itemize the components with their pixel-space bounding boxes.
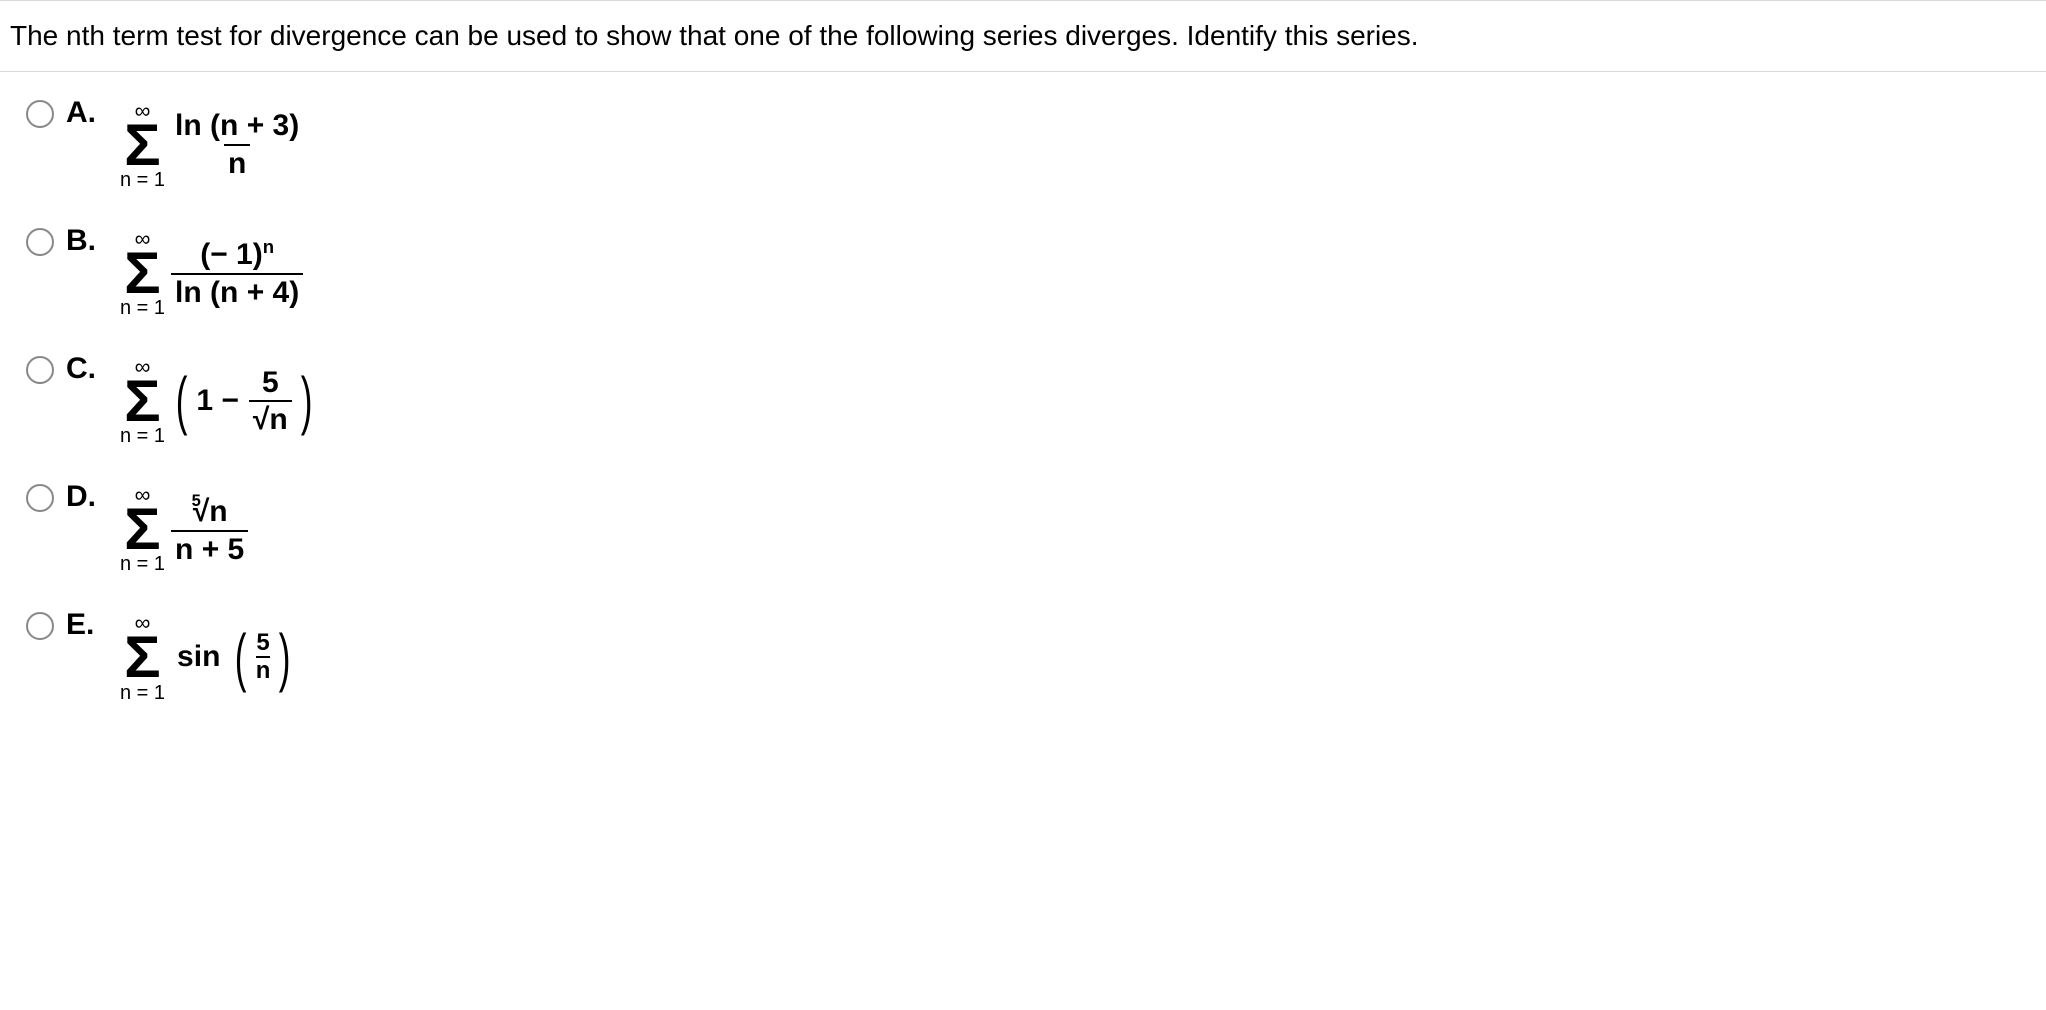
option-c-letter: C. bbox=[54, 348, 120, 386]
radio-c[interactable] bbox=[26, 356, 54, 384]
sigma-icon: Σ bbox=[124, 632, 161, 684]
lparen-icon: ( bbox=[176, 375, 188, 426]
radio-e[interactable] bbox=[26, 612, 54, 640]
option-d-letter: D. bbox=[54, 476, 120, 514]
question-text: The nth term test for divergence can be … bbox=[0, 1, 2046, 71]
sigma-icon: Σ bbox=[124, 120, 161, 172]
sigma-icon: Σ bbox=[124, 504, 161, 556]
sigma-bottom: n = 1 bbox=[120, 170, 165, 190]
option-b-letter: B. bbox=[54, 220, 120, 258]
option-d-formula: ∞ Σ n = 1 5√n n + 5 bbox=[120, 476, 248, 576]
lparen-icon: ( bbox=[235, 632, 247, 683]
option-b[interactable]: B. ∞ Σ n = 1 (− 1)n ln (n + 4) bbox=[26, 220, 2046, 320]
option-d-denominator: n + 5 bbox=[171, 530, 248, 566]
option-e-func: sin bbox=[177, 642, 220, 672]
option-e-frac-num: 5 bbox=[256, 631, 269, 656]
radio-a[interactable] bbox=[26, 100, 54, 128]
option-c-formula: ∞ Σ n = 1 ( 1 − 5 √n ) bbox=[120, 348, 317, 448]
option-a[interactable]: A. ∞ Σ n = 1 ln (n + 3) n bbox=[26, 92, 2046, 192]
option-e-formula: ∞ Σ n = 1 sin ( 5 n ) bbox=[120, 604, 296, 704]
option-b-numerator: (− 1)n bbox=[196, 237, 278, 273]
rparen-icon: ) bbox=[300, 375, 312, 426]
options-list: A. ∞ Σ n = 1 ln (n + 3) n B. ∞ bbox=[0, 72, 2046, 705]
radio-d[interactable] bbox=[26, 484, 54, 512]
option-b-denominator: ln (n + 4) bbox=[171, 273, 303, 309]
option-e-letter: E. bbox=[54, 604, 120, 642]
radio-b[interactable] bbox=[26, 228, 54, 256]
option-a-letter: A. bbox=[54, 92, 120, 130]
option-c-frac-num: 5 bbox=[258, 367, 283, 401]
option-c-frac-den: √n bbox=[249, 400, 292, 436]
option-a-formula: ∞ Σ n = 1 ln (n + 3) n bbox=[120, 92, 303, 192]
option-e[interactable]: E. ∞ Σ n = 1 sin ( 5 n ) bbox=[26, 604, 2046, 704]
option-c[interactable]: C. ∞ Σ n = 1 ( 1 − 5 √n ) bbox=[26, 348, 2046, 448]
option-a-numerator: ln (n + 3) bbox=[171, 110, 303, 144]
sigma-icon: Σ bbox=[124, 376, 161, 428]
option-a-denominator: n bbox=[224, 144, 250, 180]
rparen-icon: ) bbox=[279, 632, 291, 683]
sigma-icon: Σ bbox=[124, 248, 161, 300]
option-e-frac-den: n bbox=[256, 656, 271, 683]
option-d[interactable]: D. ∞ Σ n = 1 5√n n + 5 bbox=[26, 476, 2046, 576]
option-c-lead: 1 − bbox=[196, 386, 239, 416]
option-d-numerator: 5√n bbox=[188, 493, 232, 529]
option-b-formula: ∞ Σ n = 1 (− 1)n ln (n + 4) bbox=[120, 220, 303, 320]
